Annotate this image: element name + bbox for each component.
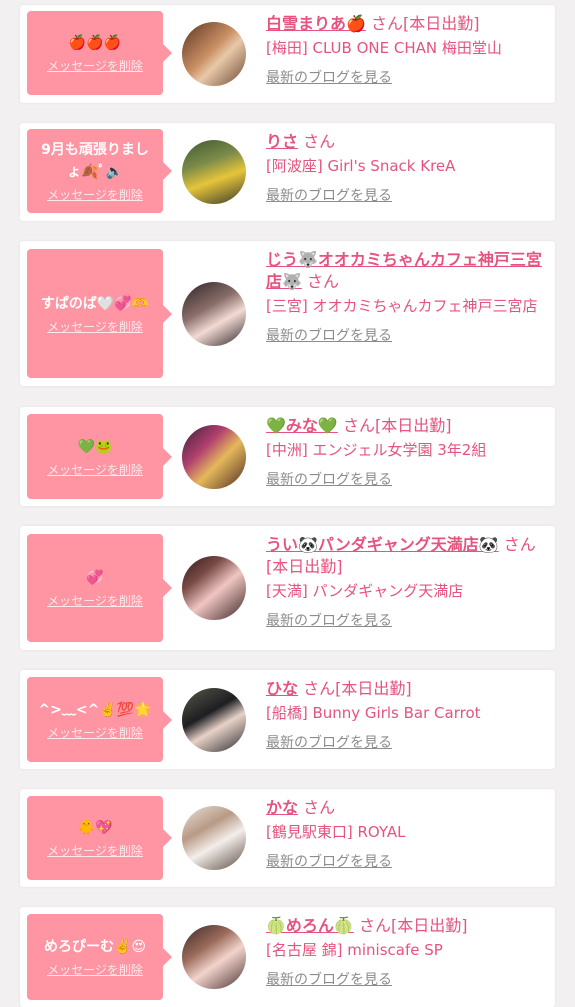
shop-name: [三宮] オオカミちゃんカフェ神戸三宮店 — [266, 297, 538, 315]
delete-message-link[interactable]: メッセージを削除 — [47, 58, 143, 74]
latest-blog-link[interactable]: 最新のブログを見る — [266, 187, 547, 205]
delete-message-link[interactable]: メッセージを削除 — [47, 843, 143, 859]
latest-blog-link[interactable]: 最新のブログを見る — [266, 69, 547, 87]
message-text: 💚🐸 — [77, 438, 113, 455]
profile-info: じう🐺オオカミちゃんカフェ神戸三宮店🐺 さん [三宮] オオカミちゃんカフェ神戸… — [266, 249, 547, 345]
message-card: ^>﹏<^✌️💯🌟 メッセージを削除 ひな さん[本日出勤] [船橋] Bunn… — [20, 670, 555, 769]
shop-name: [天満] パンダギャング天満店 — [266, 582, 464, 600]
latest-blog-link[interactable]: 最新のブログを見る — [266, 612, 547, 630]
delete-message-link[interactable]: メッセージを削除 — [47, 962, 143, 978]
avatar[interactable] — [182, 140, 246, 204]
profile-info: かな さん [鶴見駅東口] ROYAL 最新のブログを見る — [266, 797, 547, 871]
message-card: 🐥💖 メッセージを削除 かな さん [鶴見駅東口] ROYAL 最新のブログを見… — [20, 789, 555, 887]
avatar[interactable] — [182, 282, 246, 346]
status-text: [本日出勤] — [374, 416, 452, 435]
message-card: 💞 メッセージを削除 うい🐼パンダギャング天満店🐼 さん [本日出勤] [天満] … — [20, 526, 555, 650]
status-text: [本日出勤] — [266, 557, 343, 576]
delete-message-link[interactable]: メッセージを削除 — [47, 319, 143, 335]
honorific: さん — [303, 798, 336, 817]
profile-name-link[interactable]: かな — [266, 798, 298, 817]
message-text: めろぴーむ✌️😍 — [43, 939, 147, 955]
shop-name: [名古屋 錦] miniscafe SP — [266, 941, 443, 959]
honorific: さん — [303, 132, 336, 151]
delete-message-link[interactable]: メッセージを削除 — [47, 725, 143, 741]
avatar[interactable] — [182, 425, 246, 489]
honorific: さん — [342, 416, 375, 435]
profile-name-link[interactable]: 💚みな💚 — [266, 416, 338, 435]
message-bubble: ^>﹏<^✌️💯🌟 メッセージを削除 — [27, 677, 172, 762]
message-card: 🍎🍎🍎 メッセージを削除 白雪まりあ🍎 さん[本日出勤] [梅田] CLUB O… — [20, 5, 555, 103]
profile-name-link[interactable]: 白雪まりあ🍎 — [266, 14, 366, 33]
message-card: めろぴーむ✌️😍 メッセージを削除 🍈めろん🍈 さん[本日出勤] [名古屋 錦]… — [20, 907, 555, 1007]
latest-blog-link[interactable]: 最新のブログを見る — [266, 734, 547, 752]
honorific: さん — [358, 916, 391, 935]
message-bubble: すぱのば🤍💞🫶 メッセージを削除 — [27, 249, 172, 378]
shop-name: [船橋] Bunny Girls Bar Carrot — [266, 704, 481, 722]
latest-blog-link[interactable]: 最新のブログを見る — [266, 853, 547, 871]
profile-name-link[interactable]: うい🐼パンダギャング天満店🐼 — [266, 535, 499, 554]
avatar[interactable] — [182, 556, 246, 620]
status-text: [本日出勤] — [390, 916, 468, 935]
profile-name-link[interactable]: りさ — [266, 132, 298, 151]
message-bubble: 🍎🍎🍎 メッセージを削除 — [27, 11, 172, 95]
profile-info: りさ さん [阿波座] Girl's Snack KreA 最新のブログを見る — [266, 131, 547, 205]
profile-name-link[interactable]: ひな — [266, 679, 298, 698]
shop-name: [鶴見駅東口] ROYAL — [266, 823, 406, 841]
honorific: さん — [303, 679, 336, 698]
message-bubble: 💚🐸 メッセージを削除 — [27, 414, 172, 499]
profile-info: ひな さん[本日出勤] [船橋] Bunny Girls Bar Carrot … — [266, 678, 547, 752]
message-bubble: 9月も頑張りましょ🍂ﾟ🔈 メッセージを削除 — [27, 129, 172, 213]
avatar[interactable] — [182, 688, 246, 752]
shop-name: [阿波座] Girl's Snack KreA — [266, 157, 456, 175]
message-card: 9月も頑張りましょ🍂ﾟ🔈 メッセージを削除 りさ さん [阿波座] Girl's… — [20, 123, 555, 221]
message-text: 9月も頑張りましょ🍂ﾟ🔈 — [41, 142, 149, 180]
honorific: さん — [307, 272, 340, 291]
message-bubble: 💞 メッセージを削除 — [27, 534, 172, 642]
honorific: さん — [371, 14, 404, 33]
honorific: さん — [503, 535, 536, 554]
message-bubble: 🐥💖 メッセージを削除 — [27, 796, 172, 880]
avatar[interactable] — [182, 22, 246, 86]
avatar[interactable] — [182, 806, 246, 870]
shop-name: [梅田] CLUB ONE CHAN 梅田堂山 — [266, 39, 502, 57]
profile-info: うい🐼パンダギャング天満店🐼 さん[本日出勤] [天満] パンダギャング天満店 … — [266, 534, 547, 630]
shop-name: [中洲] エンジェル女学園 3年2組 — [266, 441, 487, 459]
message-card: 💚🐸 メッセージを削除 💚みな💚 さん[本日出勤] [中洲] エンジェル女学園 … — [20, 407, 555, 506]
delete-message-link[interactable]: メッセージを削除 — [47, 593, 143, 609]
latest-blog-link[interactable]: 最新のブログを見る — [266, 327, 547, 345]
latest-blog-link[interactable]: 最新のブログを見る — [266, 471, 547, 489]
profile-info: 💚みな💚 さん[本日出勤] [中洲] エンジェル女学園 3年2組 最新のブログを… — [266, 415, 547, 489]
status-text: [本日出勤] — [403, 14, 480, 33]
latest-blog-link[interactable]: 最新のブログを見る — [266, 971, 547, 989]
message-text: ^>﹏<^✌️💯🌟 — [38, 701, 152, 718]
message-card: すぱのば🤍💞🫶 メッセージを削除 じう🐺オオカミちゃんカフェ神戸三宮店🐺 さん … — [20, 241, 555, 386]
message-bubble: めろぴーむ✌️😍 メッセージを削除 — [27, 914, 172, 1000]
profile-info: 白雪まりあ🍎 さん[本日出勤] [梅田] CLUB ONE CHAN 梅田堂山 … — [266, 13, 547, 87]
profile-name-link[interactable]: 🍈めろん🍈 — [266, 916, 354, 935]
delete-message-link[interactable]: メッセージを削除 — [47, 462, 143, 478]
profile-info: 🍈めろん🍈 さん[本日出勤] [名古屋 錦] miniscafe SP 最新のブ… — [266, 915, 547, 989]
avatar[interactable] — [182, 925, 246, 989]
delete-message-link[interactable]: メッセージを削除 — [47, 187, 143, 203]
status-text: [本日出勤] — [335, 679, 412, 698]
message-text: 🐥💖 — [77, 820, 113, 836]
message-text: 🍎🍎🍎 — [68, 35, 122, 51]
message-text: 💞 — [86, 570, 104, 586]
message-text: すぱのば🤍💞🫶 — [40, 295, 150, 312]
